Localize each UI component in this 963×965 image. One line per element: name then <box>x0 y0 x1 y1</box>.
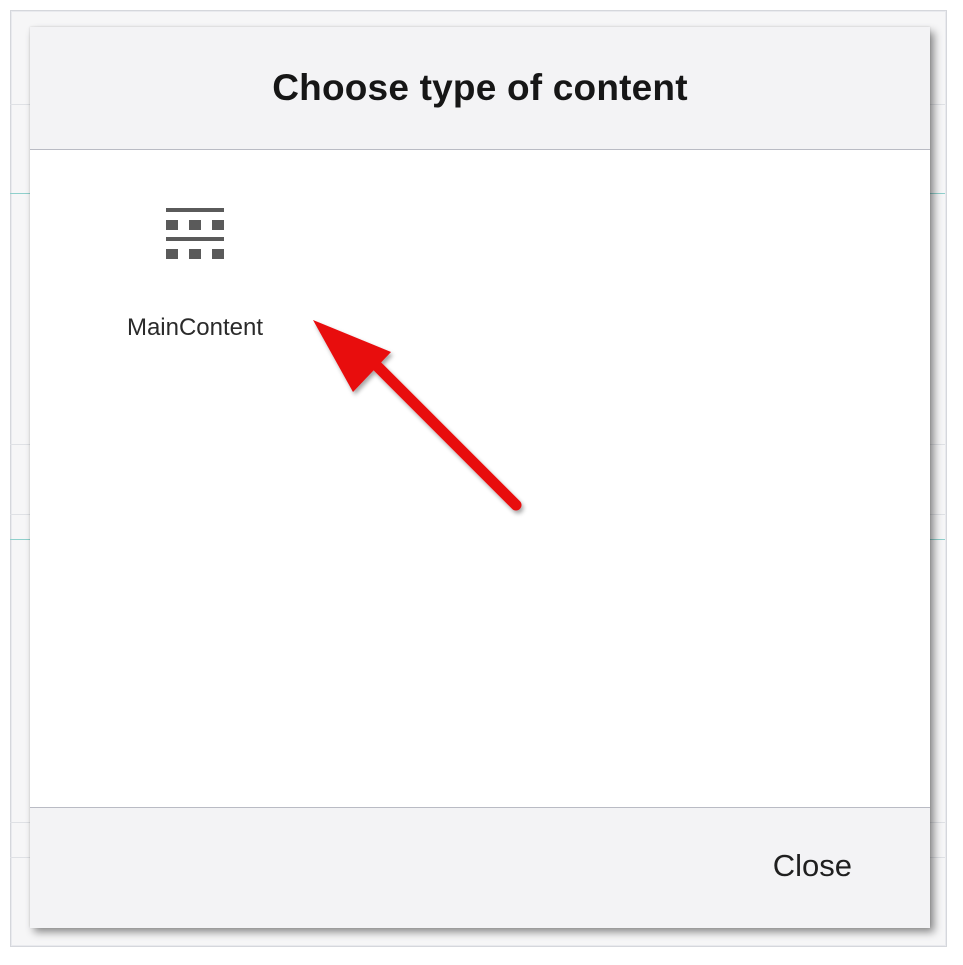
choose-content-type-dialog: Choose type of content MainContent Close <box>30 27 930 928</box>
content-type-label: MainContent <box>126 314 264 341</box>
dialog-header: Choose type of content <box>30 27 930 150</box>
close-button[interactable]: Close <box>769 846 856 886</box>
main-content-grid-icon <box>166 208 224 259</box>
dialog-footer: Close <box>30 807 930 928</box>
dialog-title: Choose type of content <box>272 67 688 108</box>
dialog-body: MainContent <box>30 150 930 807</box>
content-type-main-content[interactable]: MainContent <box>110 208 280 341</box>
